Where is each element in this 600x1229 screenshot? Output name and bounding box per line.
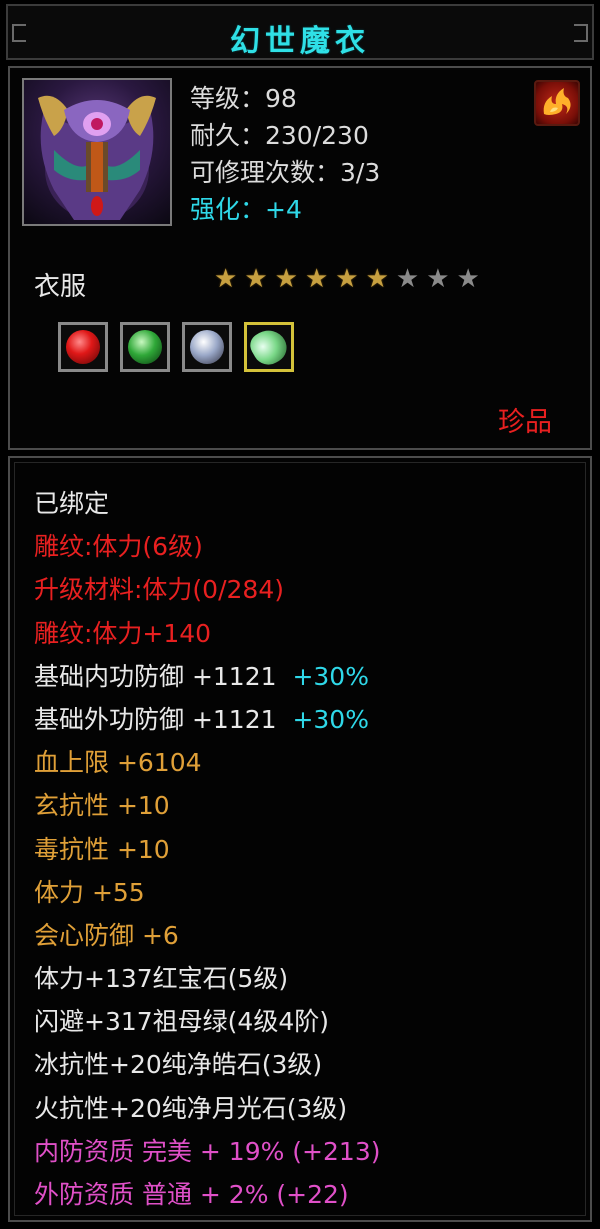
star-empty-icon: ★: [395, 264, 420, 294]
star-empty-icon: ★: [426, 264, 450, 294]
repair-count-label: 可修理次数：3/3: [190, 158, 381, 187]
gem-ruby-line: 体力+137红宝石(5级): [34, 964, 289, 994]
attribute-list: 已绑定 雕纹:体力(6级) 升级材料:体力(0/284) 雕纹:体力+140 基…: [34, 482, 380, 1216]
moonstone-gem-icon: [245, 323, 293, 371]
durability-label: 耐久：230/230: [190, 121, 369, 150]
gem-slots: [58, 322, 294, 372]
mystic-resist-line: 玄抗性 +10: [34, 791, 170, 821]
outer-defense-percent: +30%: [292, 704, 369, 734]
enhance-label: 强化：+4: [190, 195, 302, 224]
gem-diamond-line: 冰抗性+20纯净皓石(3级): [34, 1050, 323, 1080]
stamina-line: 体力 +55: [34, 877, 145, 907]
hp-max-line: 血上限 +6104: [34, 748, 202, 778]
white-diamond-gem-icon: [190, 330, 224, 364]
item-stats: 等级：98 耐久：230/230 可修理次数：3/3 强化：+4: [190, 80, 380, 228]
attribute-panel: 已绑定 雕纹:体力(6级) 升级材料:体力(0/284) 雕纹:体力+140 基…: [8, 456, 592, 1222]
engraving-bonus-line: 雕纹:体力+140: [34, 618, 212, 648]
gem-moonstone-line: 火抗性+20纯净月光石(3级): [34, 1093, 348, 1123]
gem-slot-4[interactable]: [244, 322, 294, 372]
poison-resist-line: 毒抗性 +10: [34, 834, 170, 864]
star-filled-icon: ★: [304, 264, 329, 294]
inner-defense-line: 基础内功防御 +1121 +30%: [34, 655, 380, 698]
star-rating: ★ ★ ★ ★ ★ ★ ★ ★ ★: [214, 264, 480, 294]
inner-defense-percent: +30%: [292, 661, 369, 691]
item-title-bar: 幻世魔衣: [6, 4, 594, 60]
star-empty-icon: ★: [456, 264, 480, 294]
gem-slot-1[interactable]: [58, 322, 108, 372]
inner-defense-label: 基础内功防御 +1121: [34, 661, 277, 691]
star-filled-icon: ★: [244, 264, 268, 294]
gem-slot-2[interactable]: [120, 322, 170, 372]
inner-quality-line: 内防资质 完美 + 19% (+213): [34, 1136, 381, 1166]
green-jade-gem-icon: [128, 330, 162, 364]
engraving-line: 雕纹:体力(6级): [34, 532, 203, 562]
gem-slot-3[interactable]: [182, 322, 232, 372]
item-type-label: 衣服: [34, 272, 87, 302]
item-summary-panel: 等级：98 耐久：230/230 可修理次数：3/3 强化：+4 衣服 ★ ★ …: [8, 66, 592, 450]
star-filled-icon: ★: [214, 264, 238, 294]
outer-quality-line: 外防资质 普通 + 2% (+22): [34, 1180, 349, 1209]
star-filled-icon: ★: [335, 264, 359, 294]
item-name: 幻世魔衣: [230, 24, 370, 59]
star-filled-icon: ★: [365, 264, 389, 294]
flame-icon: [534, 80, 580, 126]
star-filled-icon: ★: [274, 264, 298, 294]
upgrade-material-line: 升级材料:体力(0/284): [34, 575, 284, 605]
rarity-label: 珍品: [498, 407, 552, 438]
crit-defense-line: 会心防御 +6: [34, 920, 179, 950]
outer-defense-line: 基础外功防御 +1121 +30%: [34, 698, 380, 741]
red-gem-icon: [66, 330, 100, 364]
bound-status: 已绑定: [34, 489, 110, 518]
gem-emerald-line: 闪避+317祖母绿(4级4阶): [34, 1007, 329, 1037]
robe-armor-icon: [22, 78, 172, 226]
outer-defense-label: 基础外功防御 +1121: [34, 704, 277, 734]
level-label: 等级：98: [190, 84, 297, 113]
